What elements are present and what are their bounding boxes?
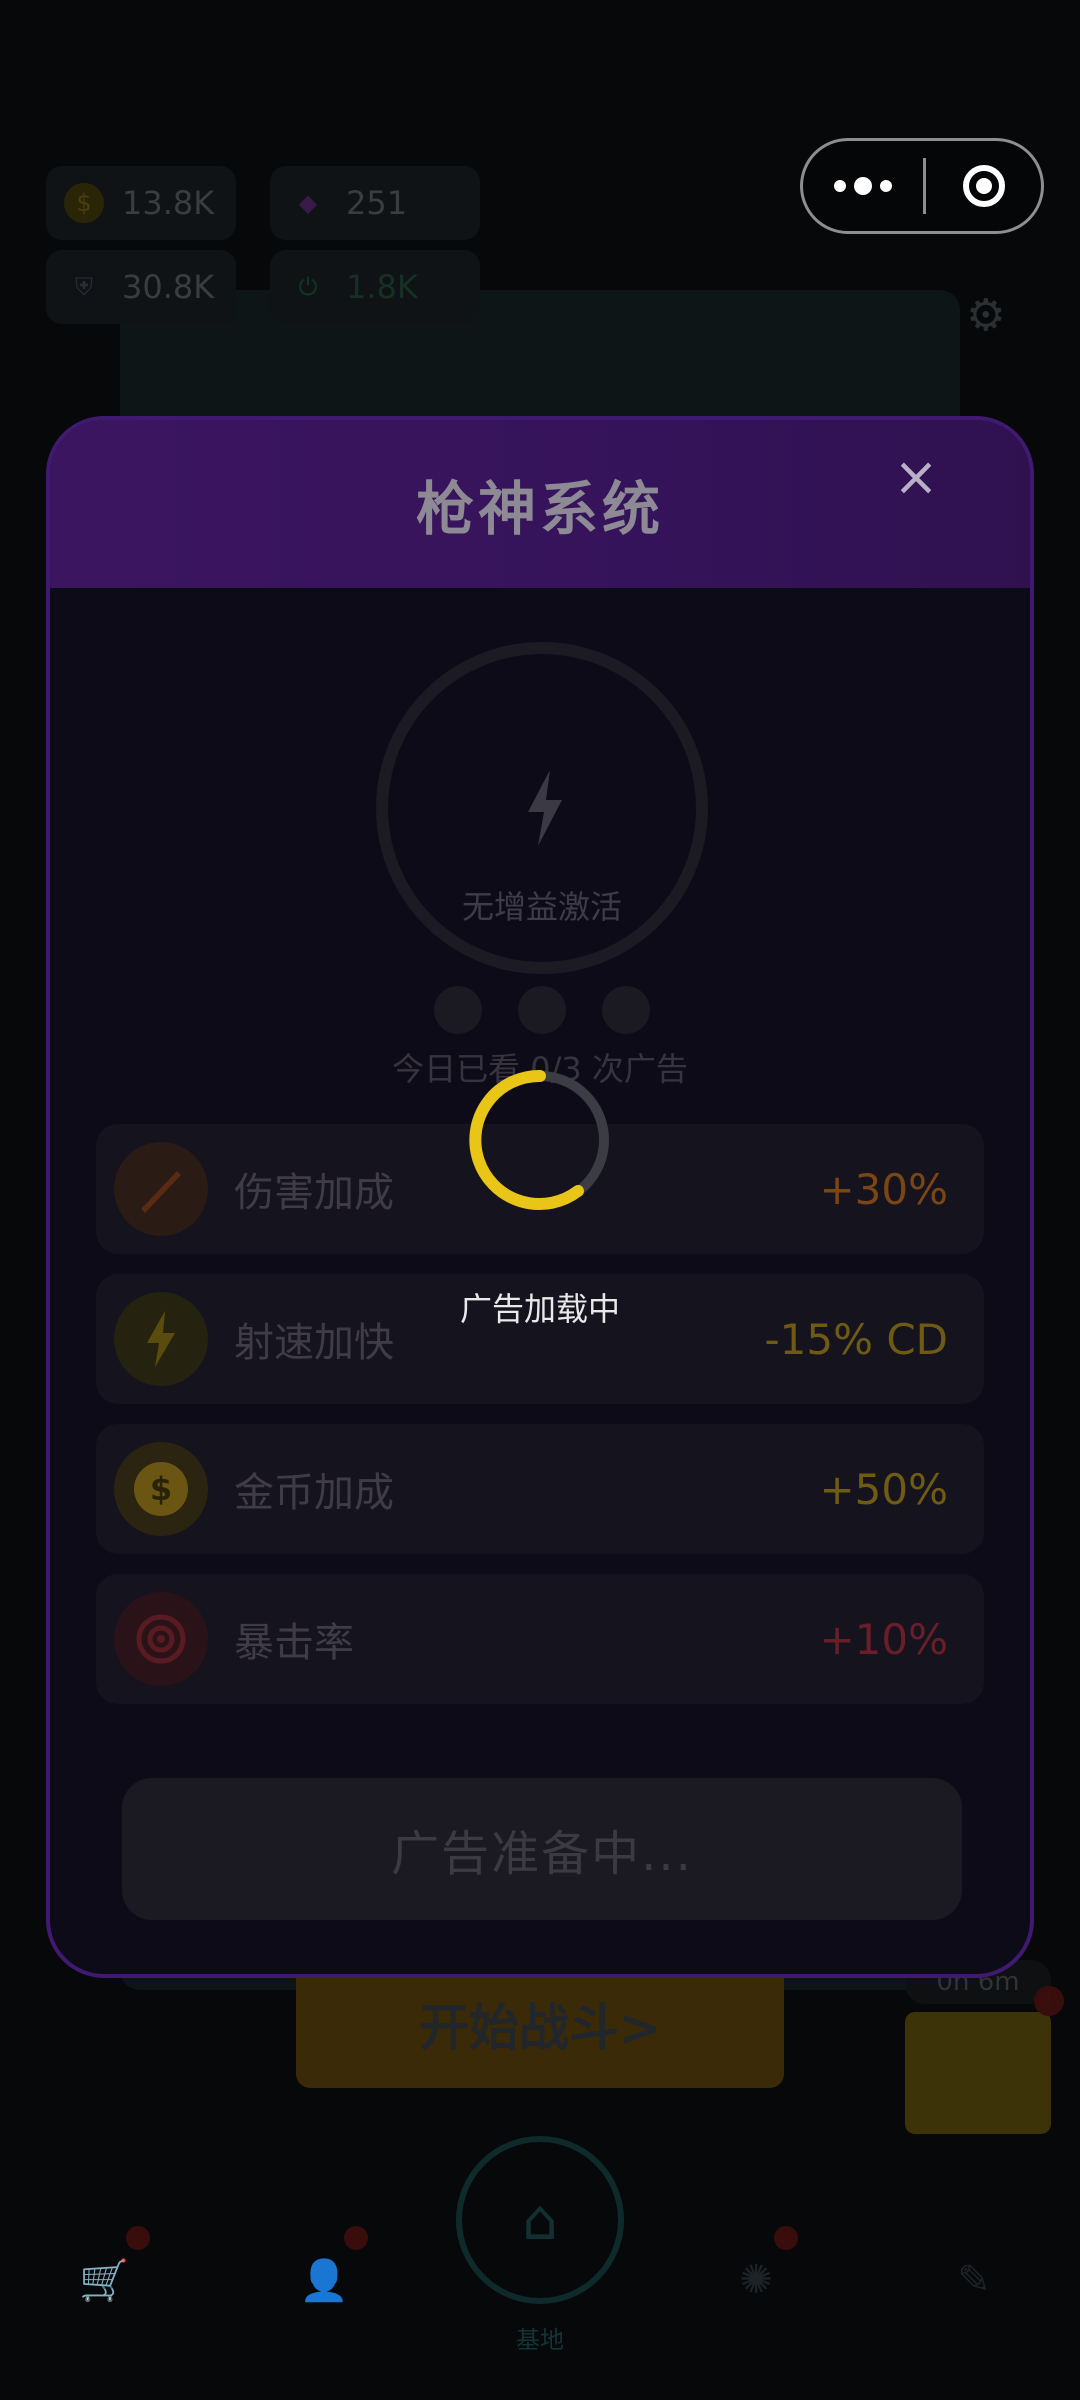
target-close-icon[interactable] xyxy=(926,165,1041,207)
buff-name: 暴击率 xyxy=(234,1620,354,1666)
energy-value: 1.8K xyxy=(346,268,418,306)
coin-icon: $ xyxy=(114,1442,208,1536)
ad-progress-dots xyxy=(434,986,654,1036)
gem-value: 251 xyxy=(346,184,408,222)
buff-row-crit: 暴击率 +10% xyxy=(96,1574,984,1704)
shop-badge xyxy=(126,2226,150,2250)
home-base-button[interactable]: ⌂ xyxy=(456,2136,624,2304)
buff-name: 射速加快 xyxy=(234,1320,394,1366)
modal-header: 枪神系统 × xyxy=(50,420,1030,588)
profile-badge xyxy=(344,2226,368,2250)
coin-icon: $ xyxy=(64,183,104,223)
buff-name: 伤害加成 xyxy=(234,1170,394,1216)
buff-value: +30% xyxy=(819,1164,948,1214)
start-battle-button[interactable]: 开始战斗> xyxy=(296,1960,784,2088)
lightning-icon xyxy=(528,770,562,846)
gem-icon: ◆ xyxy=(298,189,318,217)
treasure-chest[interactable] xyxy=(905,2012,1051,2134)
coin-value: 13.8K xyxy=(122,184,215,222)
ad-dot xyxy=(434,986,482,1034)
coin-counter: $ 13.8K xyxy=(46,166,236,240)
home-label: 基地 xyxy=(516,2326,564,2354)
chest-badge: 1 xyxy=(1034,1986,1064,2016)
settings-gear-icon[interactable]: ⚙ xyxy=(966,290,1016,341)
miniprogram-capsule xyxy=(800,138,1044,234)
shield-counter: ⛨ 30.8K xyxy=(46,250,236,324)
weapon-icon[interactable]: ✎ xyxy=(934,2240,1014,2320)
loading-spinner-icon xyxy=(469,1069,609,1210)
sword-icon xyxy=(114,1142,208,1236)
crosshair-icon xyxy=(114,1592,208,1686)
lightning-icon xyxy=(114,1292,208,1386)
more-dots-icon[interactable] xyxy=(803,177,923,195)
home-icon: ⌂ xyxy=(522,2187,558,2253)
close-button[interactable]: × xyxy=(886,445,946,508)
buff-status-text: 无增益激活 xyxy=(461,888,622,926)
buff-row-gold: $ 金币加成 +50% xyxy=(96,1424,984,1554)
energy-icon: ⏻ xyxy=(298,273,318,301)
shield-icon: ⛨ xyxy=(75,273,93,301)
modal-title: 枪神系统 xyxy=(415,475,664,543)
buff-value: +50% xyxy=(819,1464,948,1514)
buff-value: -15% CD xyxy=(764,1314,948,1364)
buff-name: 金币加成 xyxy=(234,1470,394,1516)
buff-value: +10% xyxy=(819,1614,948,1664)
skill-badge xyxy=(774,2226,798,2250)
shield-value: 30.8K xyxy=(122,268,215,306)
ad-dot xyxy=(602,986,650,1034)
watch-ad-button[interactable]: 广告准备中... xyxy=(122,1778,962,1920)
profile-icon[interactable]: 👤 xyxy=(284,2240,364,2320)
energy-counter: ⏻ 1.8K xyxy=(270,250,480,324)
shop-cart-icon[interactable]: 🛒 xyxy=(64,2240,144,2320)
loading-text: 广告加载中 xyxy=(459,1290,620,1328)
ad-dot xyxy=(518,986,566,1034)
skill-wheel-icon[interactable]: ✺ xyxy=(716,2240,796,2320)
gem-counter: ◆ 251 xyxy=(270,166,480,240)
